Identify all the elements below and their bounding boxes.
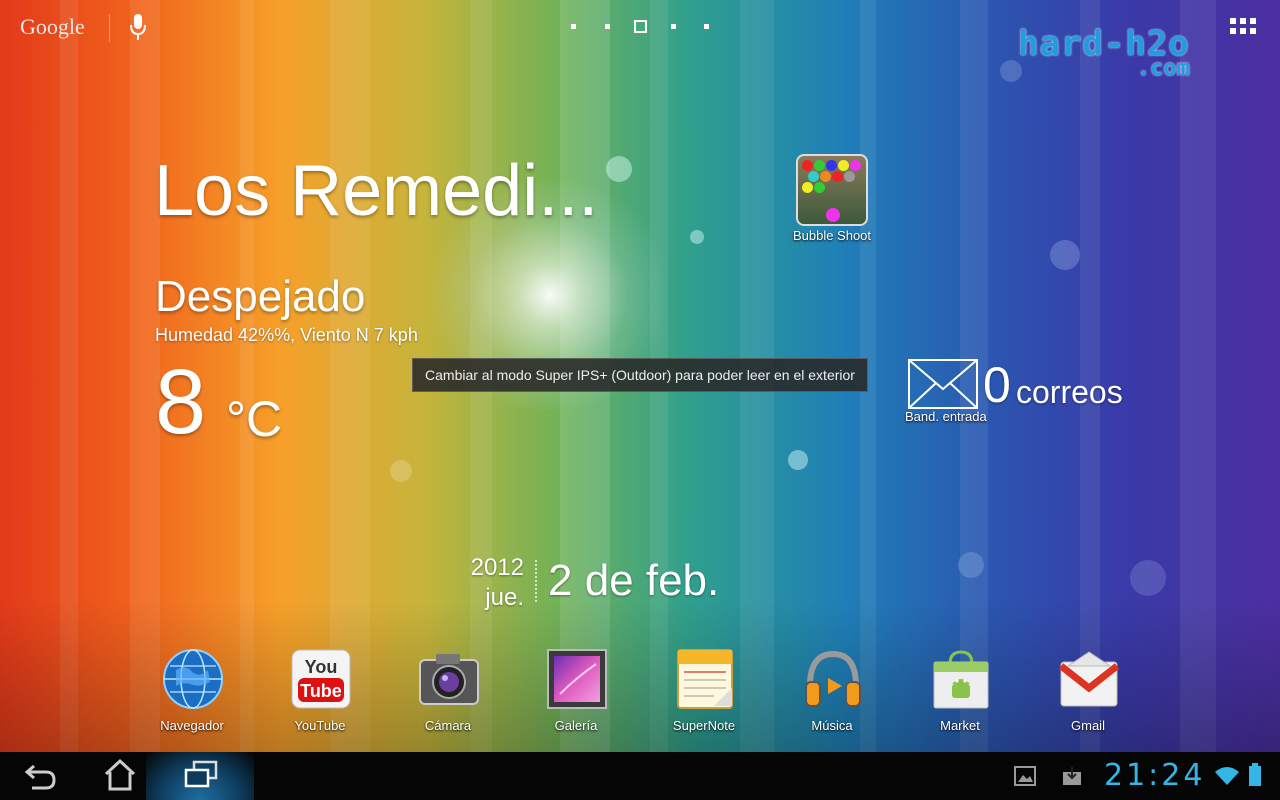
youtube-icon: You Tube xyxy=(291,649,351,709)
weather-unit: °C xyxy=(226,391,283,447)
supernote-icon xyxy=(677,649,733,709)
weather-condition: Despejado xyxy=(155,272,366,321)
mail-count: 0 xyxy=(983,357,1011,413)
date-year: 2012 xyxy=(470,554,524,581)
date-divider xyxy=(535,560,537,602)
weather-details: Humedad 42%%, Viento N 7 kph xyxy=(155,325,418,345)
page-indicator xyxy=(566,20,716,34)
dock-label: Market xyxy=(940,718,980,733)
weather-temperature: 8 xyxy=(155,351,207,453)
date-weekday: jue. xyxy=(485,584,524,611)
weather-city: Los Remedi... xyxy=(154,151,599,231)
dock-label: Gmail xyxy=(1071,718,1105,733)
wifi-icon[interactable] xyxy=(1214,766,1240,786)
dock-label: Cámara xyxy=(424,718,472,733)
home-icon xyxy=(104,758,136,791)
gmail-icon xyxy=(1058,651,1120,707)
market-bag-icon xyxy=(933,650,989,709)
date-day-month: 2 de feb. xyxy=(548,556,720,605)
browser-globe-icon xyxy=(163,649,223,709)
bubble-shoot-app-icon[interactable] xyxy=(796,154,868,226)
google-search-button[interactable]: Google xyxy=(20,14,85,40)
page-dot xyxy=(671,24,676,29)
svg-text:You: You xyxy=(305,657,338,677)
dock-label: SuperNote xyxy=(672,718,736,733)
page-dot xyxy=(571,24,576,29)
dock-label: Navegador xyxy=(160,718,224,733)
status-clock[interactable]: 21:24 xyxy=(1104,758,1205,794)
tooltip-toast: Cambiar al modo Super IPS+ (Outdoor) par… xyxy=(412,358,868,392)
back-button[interactable] xyxy=(22,760,58,792)
page-dot xyxy=(605,24,610,29)
camera-icon xyxy=(419,654,479,705)
dock-label: YouTube xyxy=(294,718,346,733)
download-icon[interactable] xyxy=(1062,766,1082,786)
home-button[interactable] xyxy=(102,758,138,792)
battery-icon[interactable] xyxy=(1248,763,1262,787)
envelope-icon xyxy=(908,359,978,409)
recent-apps-button[interactable] xyxy=(184,760,218,790)
headphones-icon xyxy=(805,650,861,707)
svg-text:Tube: Tube xyxy=(300,681,342,701)
bubble-shoot-label: Bubble Shoot xyxy=(792,228,872,243)
back-icon xyxy=(24,764,56,790)
recent-apps-icon xyxy=(184,760,218,788)
watermark-logo: hard-h2o .com xyxy=(1018,26,1190,81)
dock-label: Galería xyxy=(554,718,598,733)
page-dot xyxy=(704,24,709,29)
mail-inbox-label: Band. entrada xyxy=(905,409,987,424)
page-dot-active xyxy=(634,20,647,33)
dock-label: Música xyxy=(811,718,853,733)
all-apps-grid-icon[interactable] xyxy=(1230,18,1258,38)
mail-word: correos xyxy=(1016,374,1123,410)
gallery-icon xyxy=(547,649,607,709)
screenshot-icon[interactable] xyxy=(1014,766,1036,786)
search-divider xyxy=(109,14,110,42)
microphone-icon[interactable] xyxy=(130,14,146,42)
